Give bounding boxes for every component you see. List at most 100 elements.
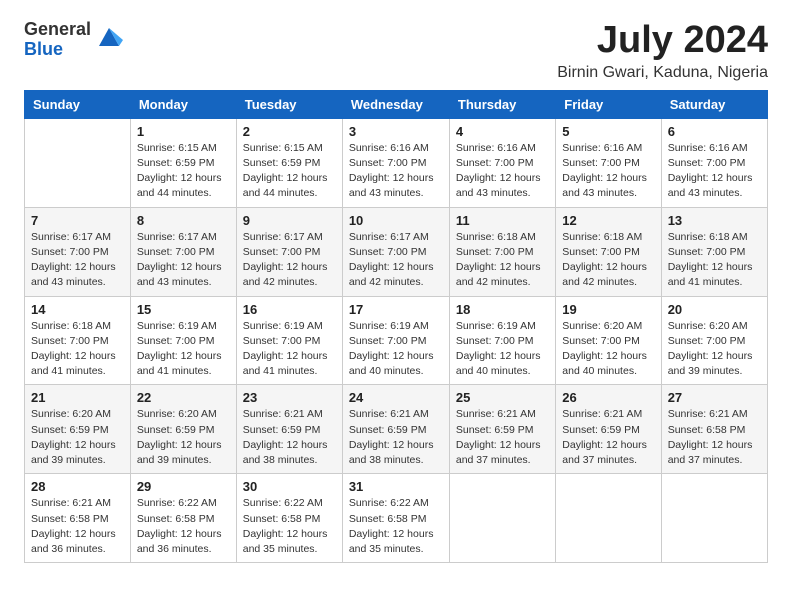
day-info: Sunrise: 6:20 AMSunset: 6:59 PMDaylight:… (137, 407, 230, 468)
calendar-cell: 18Sunrise: 6:19 AMSunset: 7:00 PMDayligh… (449, 296, 555, 385)
day-info: Sunrise: 6:17 AMSunset: 7:00 PMDaylight:… (31, 230, 124, 291)
day-number: 19 (562, 302, 654, 317)
day-number: 15 (137, 302, 230, 317)
month-year: July 2024 (557, 20, 768, 62)
day-number: 1 (137, 124, 230, 139)
calendar-cell (25, 118, 131, 207)
calendar-table: SundayMondayTuesdayWednesdayThursdayFrid… (24, 90, 768, 563)
day-number: 26 (562, 390, 654, 405)
day-info: Sunrise: 6:19 AMSunset: 7:00 PMDaylight:… (137, 319, 230, 380)
day-number: 29 (137, 479, 230, 494)
day-info: Sunrise: 6:16 AMSunset: 7:00 PMDaylight:… (349, 141, 443, 202)
header-friday: Friday (556, 90, 661, 118)
calendar-cell: 10 Sunrise: 6:17 AMSunset: 7:00 PMDayligh… (342, 207, 449, 296)
calendar-week-1: 1 Sunrise: 6:15 AMSunset: 6:59 PMDaylight… (25, 118, 768, 207)
calendar-cell (661, 474, 767, 563)
day-number: 25 (456, 390, 549, 405)
header-sunday: Sunday (25, 90, 131, 118)
day-number: 23 (243, 390, 336, 405)
day-number: 31 (349, 479, 443, 494)
day-number: 8 (137, 213, 230, 228)
calendar-week-4: 21 Sunrise: 6:20 AMSunset: 6:59 PMDayligh… (25, 385, 768, 474)
day-info: Sunrise: 6:22 AMSunset: 6:58 PMDaylight:… (243, 496, 336, 557)
calendar-cell: 20 Sunrise: 6:20 AMSunset: 7:00 PMDayligh… (661, 296, 767, 385)
calendar-cell: 25 Sunrise: 6:21 AMSunset: 6:59 PMDayligh… (449, 385, 555, 474)
day-info: Sunrise: 6:19 AMSunset: 7:00 PMDaylight:… (349, 319, 443, 380)
day-info: Sunrise: 6:17 AMSunset: 7:00 PMDaylight:… (243, 230, 336, 291)
day-number: 30 (243, 479, 336, 494)
logo: General Blue (24, 20, 123, 60)
day-number: 9 (243, 213, 336, 228)
day-info: Sunrise: 6:17 AMSunset: 7:00 PMDaylight:… (137, 230, 230, 291)
calendar-cell: 17 Sunrise: 6:19 AMSunset: 7:00 PMDayligh… (342, 296, 449, 385)
day-info: Sunrise: 6:18 AMSunset: 7:00 PMDaylight:… (562, 230, 654, 291)
day-number: 16 (243, 302, 336, 317)
day-number: 13 (668, 213, 761, 228)
header-thursday: Thursday (449, 90, 555, 118)
day-info: Sunrise: 6:21 AMSunset: 6:59 PMDaylight:… (349, 407, 443, 468)
day-number: 12 (562, 213, 654, 228)
day-number: 4 (456, 124, 549, 139)
day-info: Sunrise: 6:16 AMSunset: 7:00 PMDaylight:… (456, 141, 549, 202)
day-info: Sunrise: 6:20 AMSunset: 6:59 PMDaylight:… (31, 407, 124, 468)
day-info: Sunrise: 6:18 AMSunset: 7:00 PMDaylight:… (456, 230, 549, 291)
calendar-cell: 7 Sunrise: 6:17 AMSunset: 7:00 PMDaylight… (25, 207, 131, 296)
calendar-cell: 9 Sunrise: 6:17 AMSunset: 7:00 PMDaylight… (236, 207, 342, 296)
day-info: Sunrise: 6:20 AMSunset: 7:00 PMDaylight:… (562, 319, 654, 380)
calendar-cell: 11 Sunrise: 6:18 AMSunset: 7:00 PMDayligh… (449, 207, 555, 296)
day-number: 2 (243, 124, 336, 139)
calendar-cell: 22Sunrise: 6:20 AMSunset: 6:59 PMDayligh… (130, 385, 236, 474)
calendar-cell: 27Sunrise: 6:21 AMSunset: 6:58 PMDayligh… (661, 385, 767, 474)
calendar-cell: 12 Sunrise: 6:18 AMSunset: 7:00 PMDayligh… (556, 207, 661, 296)
title-block: July 2024 Birnin Gwari, Kaduna, Nigeria (557, 20, 768, 82)
calendar-cell: 15 Sunrise: 6:19 AMSunset: 7:00 PMDayligh… (130, 296, 236, 385)
day-number: 11 (456, 213, 549, 228)
day-number: 14 (31, 302, 124, 317)
logo-general: General (24, 20, 91, 40)
day-info: Sunrise: 6:21 AMSunset: 6:59 PMDaylight:… (243, 407, 336, 468)
header-saturday: Saturday (661, 90, 767, 118)
day-info: Sunrise: 6:21 AMSunset: 6:59 PMDaylight:… (562, 407, 654, 468)
header-monday: Monday (130, 90, 236, 118)
day-number: 27 (668, 390, 761, 405)
logo-blue: Blue (24, 40, 91, 60)
day-number: 7 (31, 213, 124, 228)
day-number: 5 (562, 124, 654, 139)
calendar-cell: 16 Sunrise: 6:19 AMSunset: 7:00 PMDayligh… (236, 296, 342, 385)
calendar-cell: 4 Sunrise: 6:16 AMSunset: 7:00 PMDaylight… (449, 118, 555, 207)
day-number: 17 (349, 302, 443, 317)
day-info: Sunrise: 6:22 AMSunset: 6:58 PMDaylight:… (349, 496, 443, 557)
calendar-cell: 28 Sunrise: 6:21 AMSunset: 6:58 PMDayligh… (25, 474, 131, 563)
calendar-week-5: 28 Sunrise: 6:21 AMSunset: 6:58 PMDayligh… (25, 474, 768, 563)
calendar-cell: 1 Sunrise: 6:15 AMSunset: 6:59 PMDaylight… (130, 118, 236, 207)
day-number: 21 (31, 390, 124, 405)
day-info: Sunrise: 6:17 AMSunset: 7:00 PMDaylight:… (349, 230, 443, 291)
day-info: Sunrise: 6:20 AMSunset: 7:00 PMDaylight:… (668, 319, 761, 380)
day-info: Sunrise: 6:16 AMSunset: 7:00 PMDaylight:… (668, 141, 761, 202)
calendar-cell: 26 Sunrise: 6:21 AMSunset: 6:59 PMDayligh… (556, 385, 661, 474)
logo-icon (95, 24, 123, 57)
calendar-week-2: 7 Sunrise: 6:17 AMSunset: 7:00 PMDaylight… (25, 207, 768, 296)
day-number: 20 (668, 302, 761, 317)
calendar-cell: 5 Sunrise: 6:16 AMSunset: 7:00 PMDaylight… (556, 118, 661, 207)
day-number: 28 (31, 479, 124, 494)
day-info: Sunrise: 6:18 AMSunset: 7:00 PMDaylight:… (668, 230, 761, 291)
day-info: Sunrise: 6:19 AMSunset: 7:00 PMDaylight:… (243, 319, 336, 380)
calendar-cell: 6Sunrise: 6:16 AMSunset: 7:00 PMDaylight… (661, 118, 767, 207)
day-info: Sunrise: 6:18 AMSunset: 7:00 PMDaylight:… (31, 319, 124, 380)
day-info: Sunrise: 6:21 AMSunset: 6:58 PMDaylight:… (31, 496, 124, 557)
calendar-header-row: SundayMondayTuesdayWednesdayThursdayFrid… (25, 90, 768, 118)
day-info: Sunrise: 6:16 AMSunset: 7:00 PMDaylight:… (562, 141, 654, 202)
day-info: Sunrise: 6:15 AMSunset: 6:59 PMDaylight:… (243, 141, 336, 202)
day-info: Sunrise: 6:21 AMSunset: 6:59 PMDaylight:… (456, 407, 549, 468)
calendar-cell: 2 Sunrise: 6:15 AMSunset: 6:59 PMDaylight… (236, 118, 342, 207)
day-info: Sunrise: 6:15 AMSunset: 6:59 PMDaylight:… (137, 141, 230, 202)
calendar-cell: 14 Sunrise: 6:18 AMSunset: 7:00 PMDayligh… (25, 296, 131, 385)
calendar-cell (449, 474, 555, 563)
calendar-cell: 3Sunrise: 6:16 AMSunset: 7:00 PMDaylight… (342, 118, 449, 207)
day-number: 10 (349, 213, 443, 228)
calendar-cell: 31 Sunrise: 6:22 AMSunset: 6:58 PMDayligh… (342, 474, 449, 563)
calendar-cell: 8 Sunrise: 6:17 AMSunset: 7:00 PMDaylight… (130, 207, 236, 296)
calendar-cell: 13 Sunrise: 6:18 AMSunset: 7:00 PMDayligh… (661, 207, 767, 296)
day-number: 24 (349, 390, 443, 405)
